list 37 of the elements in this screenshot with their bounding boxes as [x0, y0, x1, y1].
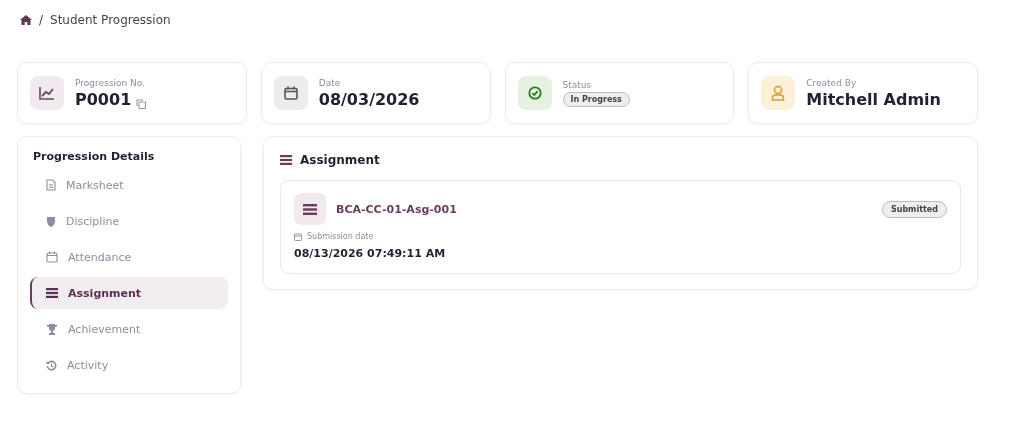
- sidebar-item[interactable]: Activity: [30, 349, 228, 381]
- shield-icon: [46, 215, 56, 227]
- sidebar-item[interactable]: Marksheet: [30, 169, 228, 201]
- sidebar-title: Progression Details: [33, 150, 156, 163]
- calendar-icon: [46, 251, 58, 263]
- copy-icon[interactable]: [136, 98, 147, 109]
- sidebar-item[interactable]: Attendance: [30, 241, 228, 273]
- breadcrumb-current: Student Progression: [50, 13, 171, 27]
- stat-value: 08/03/2026: [318, 89, 420, 109]
- user-icon: [771, 85, 786, 101]
- calendar-icon: [294, 232, 302, 241]
- sidebar-item[interactable]: Discipline: [30, 205, 228, 237]
- stat-label: Status: [562, 79, 593, 90]
- panel-title: Assignment: [300, 153, 380, 167]
- stat-label: Date: [318, 77, 342, 88]
- stat-value: Mitchell Admin: [806, 89, 941, 109]
- status-badge: In Progress: [562, 91, 630, 107]
- sidebar-item[interactable]: Assignment: [30, 277, 228, 309]
- trophy-icon: [46, 323, 58, 335]
- stat-label: Progression No.: [75, 77, 146, 88]
- check-circle-icon: [527, 86, 542, 100]
- submission-date: 08/13/2026 07:49:11 AM: [294, 247, 447, 260]
- calendar-icon: [283, 86, 298, 100]
- stat-value: P0001: [75, 89, 132, 109]
- assignment-name[interactable]: BCA-CC-01-Asg-001: [336, 202, 872, 216]
- list-icon: [280, 155, 292, 165]
- chart-icon: [39, 86, 55, 100]
- document-icon: [46, 179, 56, 191]
- history-icon: [46, 359, 57, 371]
- home-icon[interactable]: [20, 15, 32, 25]
- list-icon: [46, 288, 58, 298]
- sidebar-item[interactable]: Achievement: [30, 313, 228, 345]
- list-icon: [303, 203, 317, 215]
- breadcrumb-separator: /: [39, 13, 44, 27]
- status-badge: Submitted: [881, 200, 947, 218]
- stat-label: Created By: [806, 77, 858, 88]
- date-label: Submission date: [307, 232, 374, 241]
